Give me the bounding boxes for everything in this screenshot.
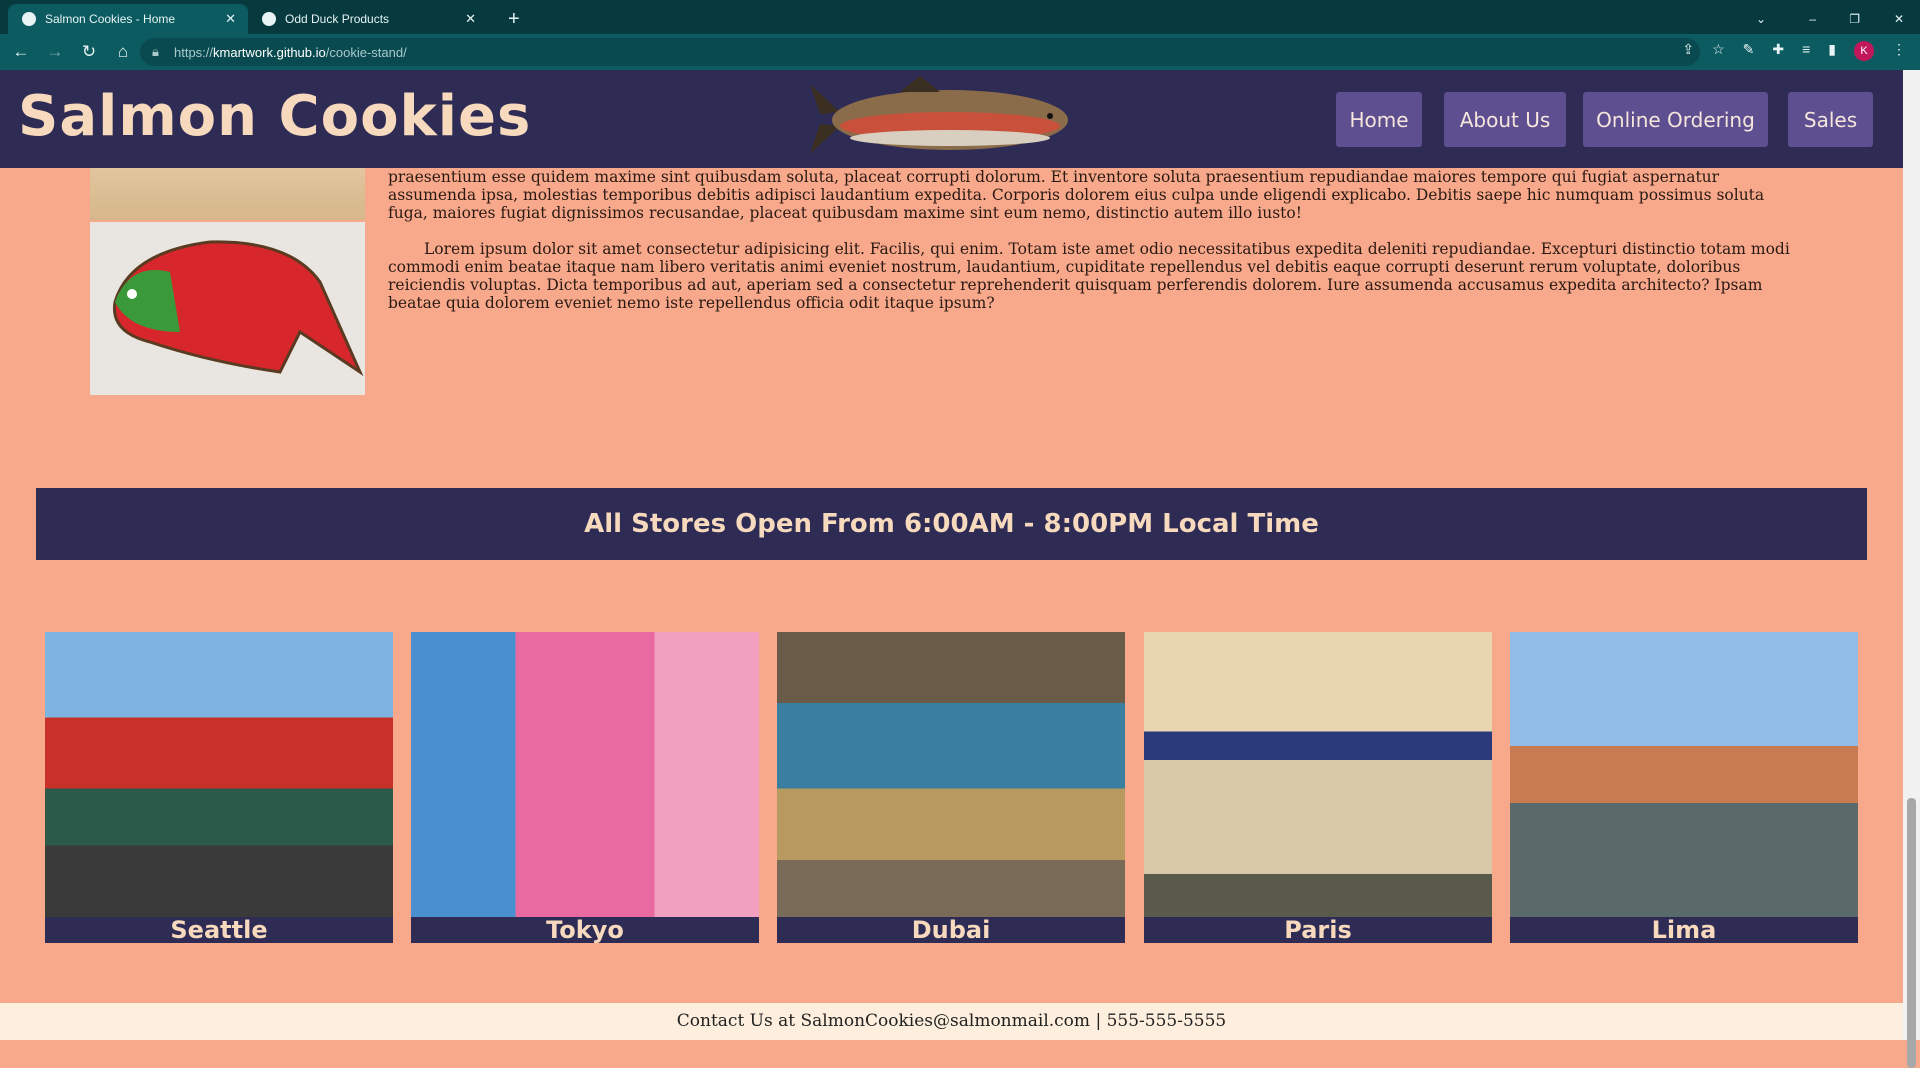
forward-icon[interactable]: →: [42, 42, 68, 62]
address-bar[interactable]: 🔒︎ https://kmartwork.github.io/cookie-sta…: [140, 38, 1700, 66]
tab-search-icon[interactable]: ⌄: [1742, 4, 1780, 34]
restore-button[interactable]: ❐: [1835, 4, 1874, 34]
store-label: Tokyo: [546, 916, 624, 944]
puzzle-icon[interactable]: ✚: [1772, 41, 1784, 61]
nav-sales-button[interactable]: Sales: [1788, 92, 1873, 147]
share-icon[interactable]: ⇪: [1682, 41, 1694, 61]
profile-avatar[interactable]: K: [1854, 41, 1874, 61]
browser-toolbar: ← → ↻ ⌂ 🔒︎ https://kmartwork.github.io/co…: [0, 34, 1920, 70]
close-tab-icon[interactable]: ✕: [225, 11, 236, 27]
dubai-image: [777, 632, 1125, 917]
close-window-button[interactable]: ✕: [1880, 4, 1918, 34]
about-text: praesentium esse quidem maxime sint quib…: [388, 168, 1800, 330]
about-paragraph: praesentium esse quidem maxime sint quib…: [388, 168, 1765, 222]
star-icon[interactable]: ☆: [1712, 41, 1725, 61]
sidepanel-icon[interactable]: ▮: [1828, 41, 1836, 61]
store-card-paris[interactable]: Paris: [1144, 632, 1492, 943]
cookie-image: [90, 168, 365, 220]
reload-icon[interactable]: ↻: [76, 42, 102, 62]
extension-icon[interactable]: ✎: [1743, 41, 1755, 61]
new-tab-button[interactable]: +: [494, 4, 534, 34]
page-scrollbar[interactable]: [1903, 70, 1920, 1068]
tab-odd-duck[interactable]: Odd Duck Products ✕: [248, 4, 488, 34]
store-label: Paris: [1284, 916, 1352, 944]
tab-title: Odd Duck Products: [285, 12, 390, 26]
back-icon[interactable]: ←: [8, 42, 34, 62]
site-header: Salmon Cookies Home About Us Online Orde…: [0, 70, 1903, 168]
home-icon[interactable]: ⌂: [110, 42, 136, 62]
browser-tab-bar: Salmon Cookies - Home ✕ Odd Duck Products…: [0, 0, 1920, 34]
salmon-fish-logo: [810, 76, 1068, 154]
store-label: Dubai: [911, 916, 991, 944]
tab-title: Salmon Cookies - Home: [45, 12, 176, 26]
url-host: kmartwork.github.io: [213, 44, 326, 60]
store-card-seattle[interactable]: Seattle: [45, 632, 393, 943]
store-label: Seattle: [170, 916, 268, 944]
store-card-tokyo[interactable]: Tokyo: [411, 632, 759, 943]
salmon-cookie-image: [90, 222, 365, 395]
store-hours-banner: All Stores Open From 6:00AM - 8:00PM Loc…: [36, 488, 1867, 560]
about-paragraph: Lorem ipsum dolor sit amet consectetur a…: [388, 240, 1790, 312]
url-path: /cookie-stand/: [325, 44, 407, 60]
store-card-dubai[interactable]: Dubai: [777, 632, 1125, 943]
contact-footer: Contact Us at SalmonCookies@salmonmail.c…: [0, 1003, 1903, 1040]
tokyo-image: [411, 632, 759, 917]
globe-icon: [262, 12, 276, 26]
minimize-button[interactable]: –: [1795, 4, 1830, 34]
url-prefix: https://: [174, 44, 214, 60]
site-title: Salmon Cookies: [18, 84, 532, 149]
lock-icon: 🔒︎: [152, 44, 159, 59]
media-icon[interactable]: ≡: [1802, 41, 1810, 61]
nav-online-ordering-button[interactable]: Online Ordering: [1583, 92, 1768, 147]
nav-about-button[interactable]: About Us: [1444, 92, 1566, 147]
globe-icon: [22, 12, 36, 26]
menu-icon[interactable]: ⋮: [1892, 41, 1906, 61]
store-card-lima[interactable]: Lima: [1510, 632, 1858, 943]
tab-salmon-cookies[interactable]: Salmon Cookies - Home ✕: [8, 4, 248, 34]
seattle-image: [45, 632, 393, 917]
store-label: Lima: [1651, 916, 1717, 944]
paris-image: [1144, 632, 1492, 917]
close-tab-icon[interactable]: ✕: [465, 11, 476, 27]
nav-home-button[interactable]: Home: [1336, 92, 1422, 147]
scrollbar-thumb[interactable]: [1907, 798, 1916, 1068]
lima-image: [1510, 632, 1858, 917]
